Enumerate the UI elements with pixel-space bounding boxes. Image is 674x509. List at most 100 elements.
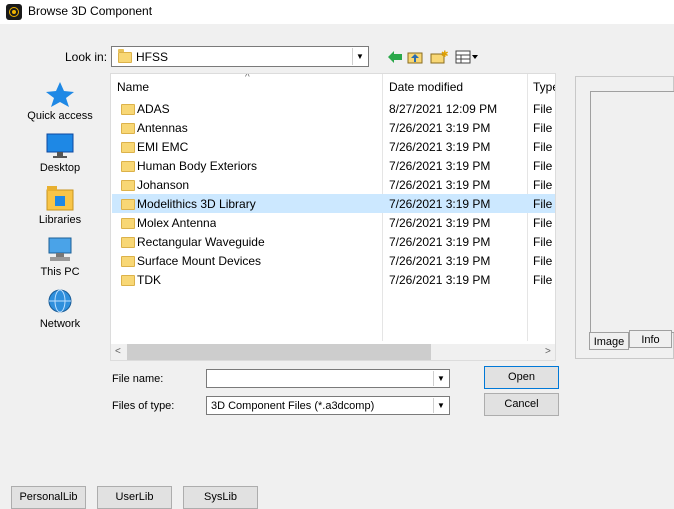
folder-icon <box>121 142 135 153</box>
file-type: File fo <box>533 121 555 135</box>
file-type: File fo <box>533 254 555 268</box>
column-header-type[interactable]: Type <box>533 74 555 100</box>
file-type: File fo <box>533 159 555 173</box>
list-item[interactable]: Human Body Exteriors 7/26/2021 3:19 PM Fil… <box>112 156 555 175</box>
column-header-name[interactable]: Name ^ <box>117 74 385 100</box>
place-label: Desktop <box>39 162 81 174</box>
list-item[interactable]: Antennas 7/26/2021 3:19 PM File fo <box>112 118 555 137</box>
file-date: 7/26/2021 3:19 PM <box>389 140 491 154</box>
file-date: 7/26/2021 3:19 PM <box>389 235 491 249</box>
place-label: This PC <box>40 266 80 278</box>
libraries-icon <box>44 184 76 212</box>
app-icon <box>6 4 22 20</box>
file-name: Molex Antenna <box>137 216 217 230</box>
look-in-value: HFSS <box>136 50 169 64</box>
place-label: Network <box>39 318 81 330</box>
cancel-button[interactable]: Cancel <box>484 393 559 416</box>
list-item[interactable]: Modelithics 3D Library 7/26/2021 3:19 PM F… <box>112 194 555 213</box>
file-name: Modelithics 3D Library <box>137 197 256 211</box>
file-name: Antennas <box>137 121 188 135</box>
file-type: File fo <box>533 197 555 211</box>
file-type: File fo <box>533 178 555 192</box>
file-date: 7/26/2021 3:19 PM <box>389 121 491 135</box>
file-date: 7/26/2021 3:19 PM <box>389 178 491 192</box>
folder-icon <box>121 237 135 248</box>
list-item[interactable]: Rectangular Waveguide 7/26/2021 3:19 PM Fi… <box>112 232 555 251</box>
folder-icon <box>121 218 135 229</box>
column-header-date[interactable]: Date modified <box>389 74 525 100</box>
window-title: Browse 3D Component <box>28 4 153 18</box>
place-network[interactable]: Network <box>18 288 102 330</box>
desktop-icon <box>44 132 76 160</box>
folder-icon <box>118 49 132 63</box>
chevron-down-icon[interactable]: ▼ <box>433 371 448 386</box>
preview-area <box>590 91 674 333</box>
folder-icon <box>121 161 135 172</box>
folder-icon <box>121 123 135 134</box>
sys-lib-button[interactable]: SysLib <box>183 486 258 509</box>
list-item[interactable]: EMI EMC 7/26/2021 3:19 PM File fo <box>112 137 555 156</box>
folder-icon <box>121 256 135 267</box>
scroll-right-icon[interactable]: > <box>545 346 551 357</box>
preview-panel <box>575 76 674 359</box>
tab-info[interactable]: Info <box>629 330 672 348</box>
star-icon <box>44 80 76 108</box>
place-libraries[interactable]: Libraries <box>18 184 102 226</box>
file-name: ADAS <box>137 102 170 116</box>
file-date: 7/26/2021 3:19 PM <box>389 254 491 268</box>
file-type: File fo <box>533 102 555 116</box>
scroll-left-icon[interactable]: < <box>115 346 121 357</box>
network-icon <box>44 288 76 316</box>
folder-icon <box>121 275 135 286</box>
folder-icon <box>121 199 135 210</box>
svg-text:✱: ✱ <box>441 50 448 60</box>
new-folder-icon[interactable]: ✱ <box>430 48 448 66</box>
horizontal-scrollbar[interactable]: < > <box>111 344 555 360</box>
back-arrow-icon[interactable] <box>386 48 404 66</box>
file-name-field[interactable]: ▼ <box>206 369 450 388</box>
file-date: 8/27/2021 12:09 PM <box>389 102 498 116</box>
tab-image[interactable]: Image <box>589 332 629 350</box>
list-item[interactable]: Johanson 7/26/2021 3:19 PM File fo <box>112 175 555 194</box>
place-quick-access[interactable]: Quick access <box>18 80 102 122</box>
personal-lib-button[interactable]: PersonalLib <box>11 486 86 509</box>
list-item[interactable]: Surface Mount Devices 7/26/2021 3:19 PM Fi… <box>112 251 555 270</box>
chevron-down-icon[interactable]: ▼ <box>433 398 448 413</box>
computer-icon <box>44 236 76 264</box>
open-button[interactable]: Open <box>484 366 559 389</box>
sort-ascending-icon: ^ <box>245 73 250 83</box>
user-lib-button[interactable]: UserLib <box>97 486 172 509</box>
column-name-label: Name <box>117 80 150 94</box>
file-date: 7/26/2021 3:19 PM <box>389 197 491 211</box>
look-in-label: Look in: <box>65 50 108 64</box>
chevron-down-icon[interactable]: ▼ <box>352 48 367 65</box>
file-date: 7/26/2021 3:19 PM <box>389 216 491 230</box>
view-menu-icon[interactable] <box>454 48 480 66</box>
file-type: File fo <box>533 216 555 230</box>
place-desktop[interactable]: Desktop <box>18 132 102 174</box>
file-type: File fo <box>533 273 555 287</box>
file-list[interactable]: Name ^ Date modified Type ADAS 8/27/2021 … <box>110 73 556 361</box>
place-label: Quick access <box>27 110 93 122</box>
file-date: 7/26/2021 3:19 PM <box>389 159 491 173</box>
scroll-thumb[interactable] <box>127 344 431 360</box>
look-in-combo[interactable]: HFSS ▼ <box>111 46 369 67</box>
file-name: Surface Mount Devices <box>137 254 262 268</box>
list-item[interactable]: TDK 7/26/2021 3:19 PM File fo <box>112 270 555 289</box>
up-folder-icon[interactable] <box>406 48 424 66</box>
file-type-select[interactable]: 3D Component Files (*.a3dcomp) ▼ <box>206 396 450 415</box>
file-type-label: Files of type: <box>112 400 175 412</box>
file-name: Johanson <box>137 178 190 192</box>
place-this-pc[interactable]: This PC <box>18 236 102 278</box>
title-bar: Browse 3D Component <box>0 0 674 24</box>
folder-icon <box>121 180 135 191</box>
file-type: File fo <box>533 235 555 249</box>
file-name: Human Body Exteriors <box>137 159 258 173</box>
list-item[interactable]: ADAS 8/27/2021 12:09 PM File fo <box>112 99 555 118</box>
file-type-value: 3D Component Files (*.a3dcomp) <box>211 400 375 412</box>
file-name: EMI EMC <box>137 140 189 154</box>
file-name: TDK <box>137 273 161 287</box>
file-name: Rectangular Waveguide <box>137 235 265 249</box>
folder-icon <box>121 104 135 115</box>
list-item[interactable]: Molex Antenna 7/26/2021 3:19 PM File fo <box>112 213 555 232</box>
